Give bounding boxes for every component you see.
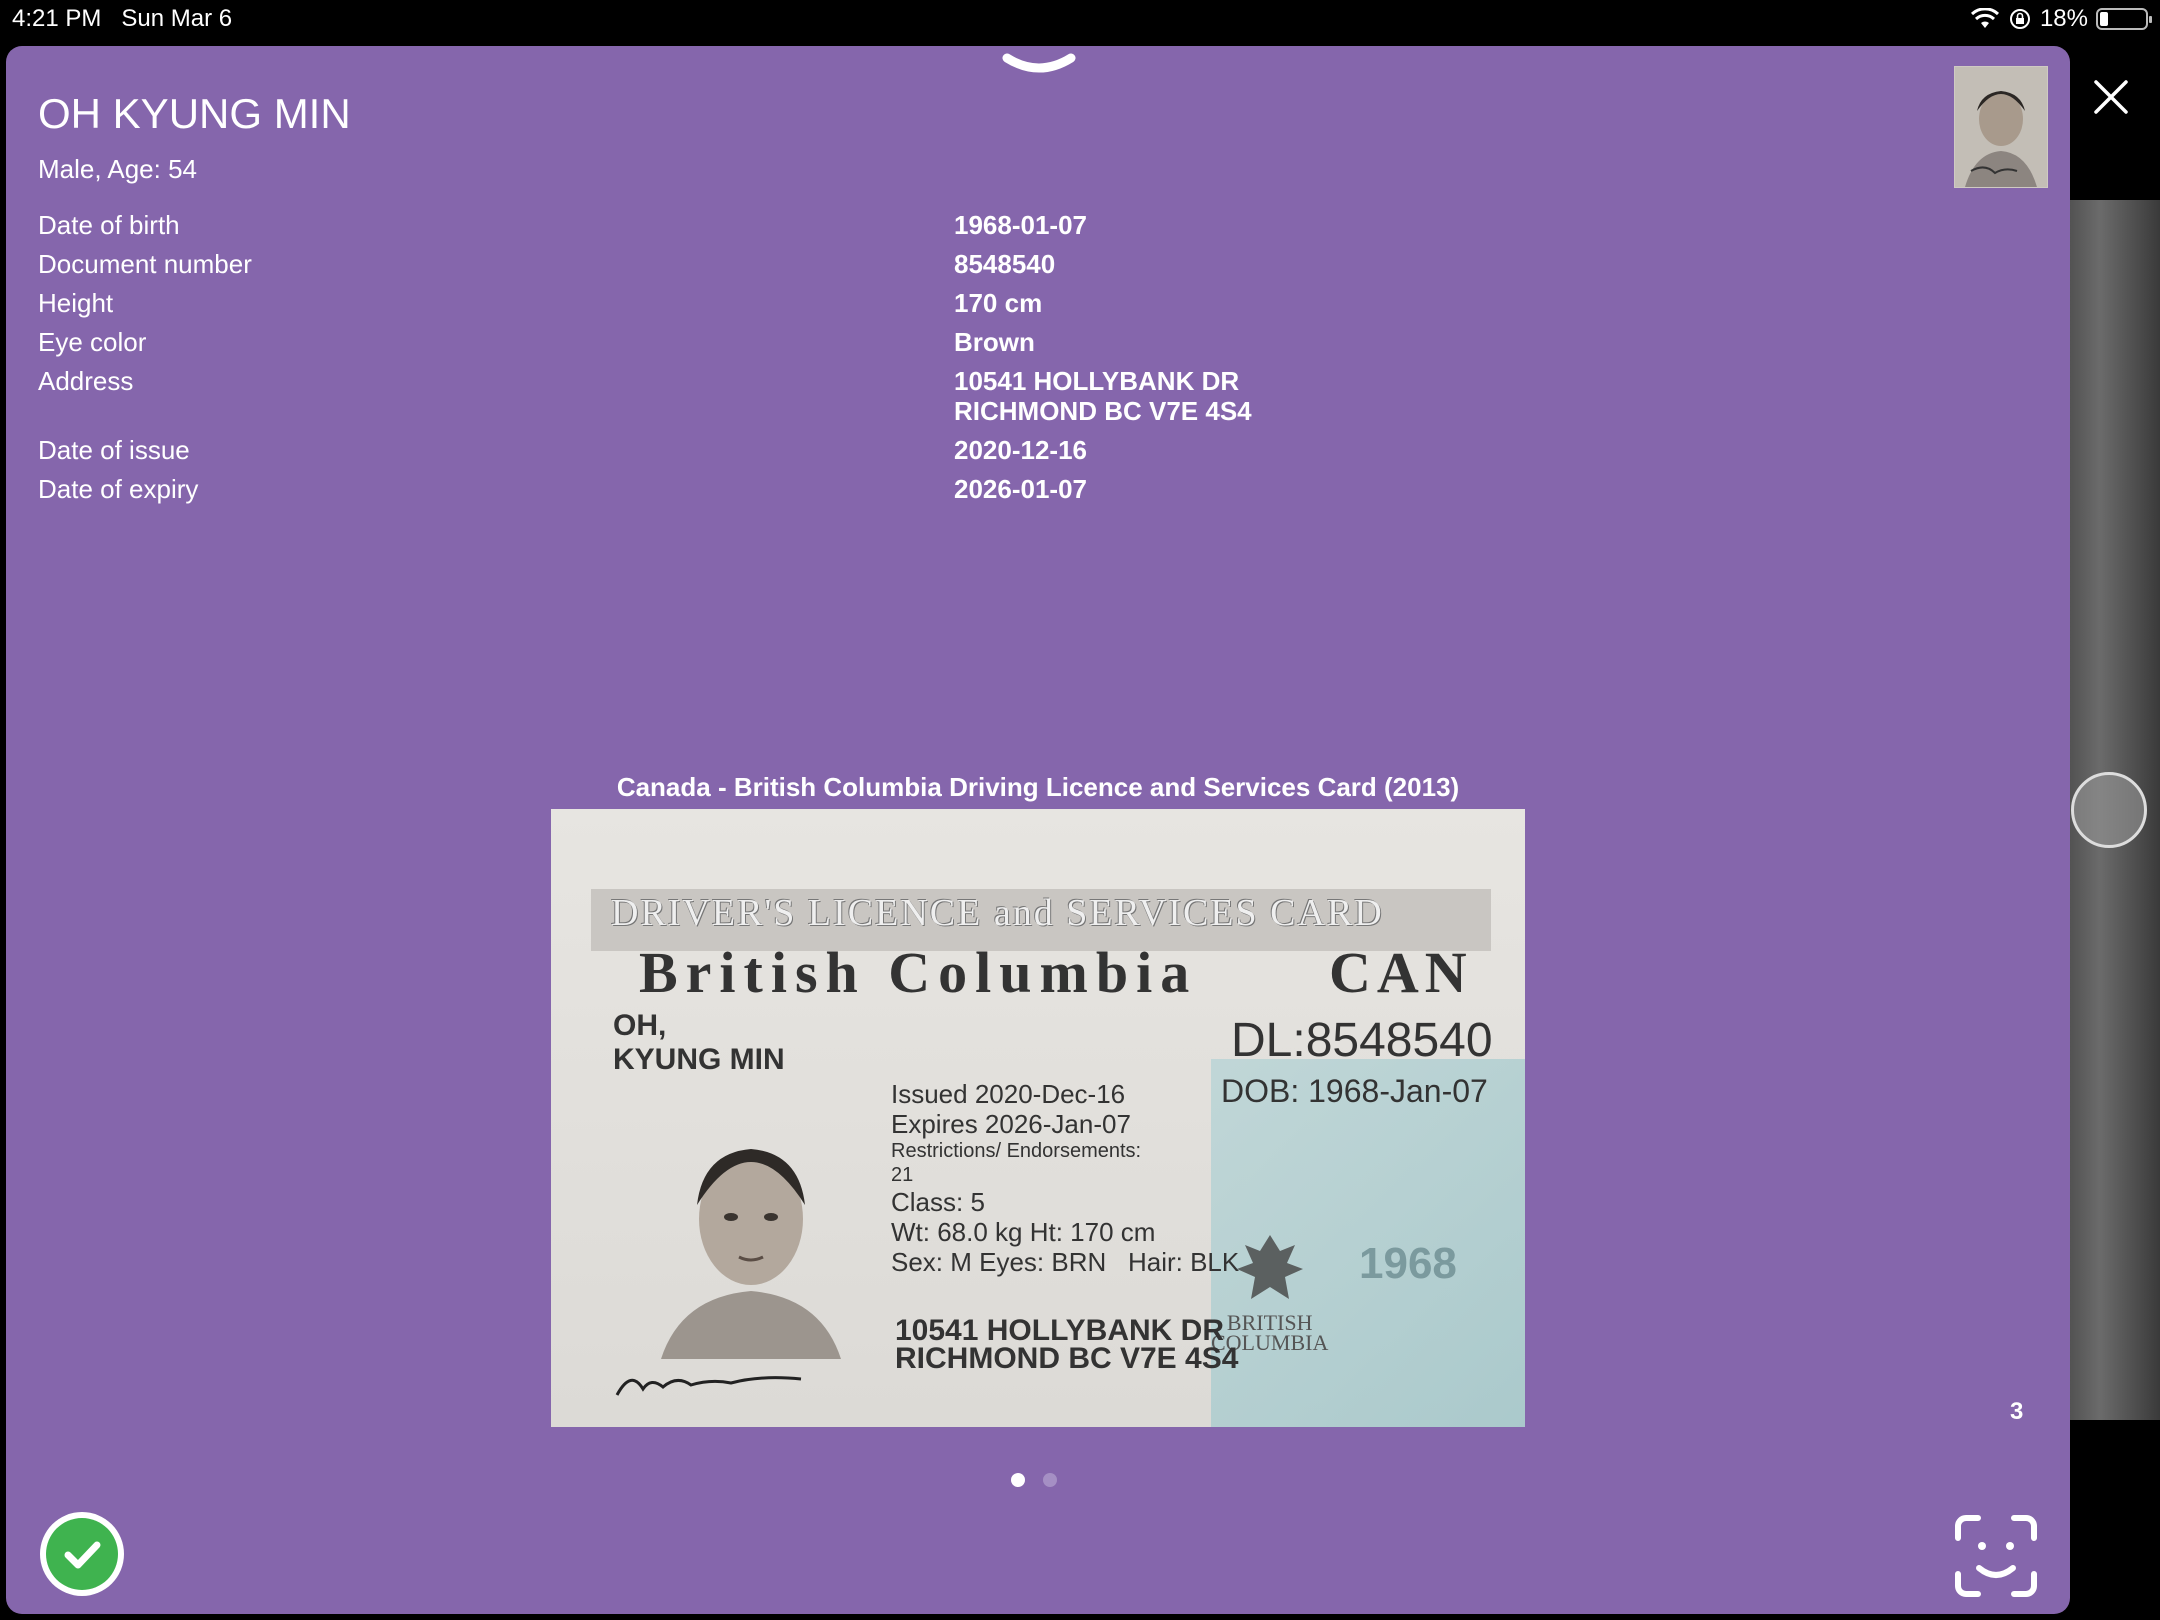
status-date: Sun Mar 6 xyxy=(121,5,233,32)
field-label: Height xyxy=(38,288,114,318)
address-line2: RICHMOND BC V7E 4S4 xyxy=(954,396,1252,426)
document-title: Canada - British Columbia Driving Licenc… xyxy=(616,772,1460,802)
page-count: 3 xyxy=(2010,1398,2024,1425)
card-issued: Issued 2020-Dec-16 xyxy=(891,1079,1126,1109)
page-dot[interactable] xyxy=(1043,1473,1057,1487)
battery-tip xyxy=(2149,16,2152,23)
field-label: Eye color xyxy=(38,327,147,357)
field-row: Height 170 cm xyxy=(38,288,1438,327)
card-year-ghost: 1968 xyxy=(1359,1239,1457,1288)
face-thumbnail[interactable] xyxy=(1954,66,2048,188)
field-value: 2020-12-16 xyxy=(954,435,1087,465)
chevron-down-icon[interactable] xyxy=(1001,52,1077,80)
person-name: OH KYUNG MIN xyxy=(38,90,351,137)
battery-fill xyxy=(2100,12,2108,26)
field-list: Date of birth 1968-01-07 Document number… xyxy=(38,210,1438,513)
card-sex-eyes-text: Sex: M Eyes: BRN xyxy=(891,1247,1107,1277)
field-value: 10541 HOLLYBANK DR RICHMOND BC V7E 4S4 xyxy=(954,366,1252,426)
card-header-line2: British Columbia xyxy=(639,940,1198,1005)
bc-crest-icon xyxy=(1236,1235,1303,1299)
card-header-line1: DRIVER'S LICENCE and SERVICES CARD xyxy=(611,892,1384,934)
card-name: OH, KYUNG MIN xyxy=(613,1009,785,1077)
card-country: CAN xyxy=(1329,940,1473,1005)
battery-percent: 18% xyxy=(2039,5,2088,32)
card-class: Class: 5 xyxy=(891,1187,985,1217)
result-panel: OH KYUNG MIN Male, Age: 54 Date of birth… xyxy=(6,46,2070,1614)
wifi-icon xyxy=(1970,8,1999,28)
card-expires: Expires 2026-Jan-07 xyxy=(891,1109,1131,1139)
card-name-line1: OH, xyxy=(613,1009,667,1042)
page-indicator[interactable] xyxy=(1011,1473,1057,1487)
field-value: Brown xyxy=(954,327,1035,357)
field-label: Address xyxy=(38,366,134,396)
card-weight-height: Wt: 68.0 kg Ht: 170 cm xyxy=(891,1217,1156,1247)
field-row: Date of expiry 2026-01-07 xyxy=(38,474,1438,513)
field-value: 8548540 xyxy=(954,249,1056,279)
field-row: Address 10541 HOLLYBANK DR RICHMOND BC V… xyxy=(38,366,1438,435)
field-row: Document number 8548540 xyxy=(38,249,1438,288)
card-address-line2: RICHMOND BC V7E 4S4 xyxy=(895,1342,1239,1375)
field-row: Date of birth 1968-01-07 xyxy=(38,210,1438,249)
page-dot-active[interactable] xyxy=(1011,1473,1025,1487)
card-address-line1: 10541 HOLLYBANK DR xyxy=(895,1314,1224,1347)
camera-top xyxy=(2060,46,2160,200)
field-label: Date of birth xyxy=(38,210,180,240)
field-label: Document number xyxy=(38,249,252,279)
address-line1: 10541 HOLLYBANK DR xyxy=(954,366,1240,396)
card-address: 10541 HOLLYBANK DR RICHMOND BC V7E 4S4 xyxy=(895,1314,1239,1375)
close-icon[interactable] xyxy=(2086,72,2136,122)
status-time: 4:21 PM Sun Mar 6 xyxy=(12,5,232,33)
orientation-lock-icon xyxy=(2009,9,2030,29)
field-row: Date of issue 2020-12-16 xyxy=(38,435,1438,474)
checkmark-icon xyxy=(64,1541,101,1569)
shutter-button[interactable] xyxy=(2071,772,2147,848)
field-value: 1968-01-07 xyxy=(954,210,1087,240)
card-details: Issued 2020-Dec-16 Expires 2026-Jan-07 R… xyxy=(891,1079,1239,1277)
card-name-line2: KYUNG MIN xyxy=(613,1043,785,1076)
person-summary: Male, Age: 54 xyxy=(38,154,197,184)
status-bar: 4:21 PM Sun Mar 6 18% xyxy=(0,0,2160,40)
field-value: 2026-01-07 xyxy=(954,474,1087,504)
document-image[interactable]: DRIVER'S LICENCE and SERVICES CARD Briti… xyxy=(551,809,1525,1427)
face-thumbnail-image xyxy=(1955,67,2047,187)
confirm-button[interactable] xyxy=(40,1512,124,1596)
field-row: Eye color Brown xyxy=(38,327,1438,366)
card-sex-eyes: Sex: M Eyes: BRN Hair: BLK xyxy=(891,1247,1239,1277)
battery-icon xyxy=(2096,8,2152,30)
status-clock: 4:21 PM xyxy=(12,5,102,32)
card-portrait-image xyxy=(661,1149,841,1359)
card-signature-image xyxy=(615,1376,802,1396)
card-restrictions: Restrictions/ Endorsements: 21 xyxy=(891,1140,1142,1186)
field-value: 170 cm xyxy=(954,288,1043,318)
field-label: Date of issue xyxy=(38,435,190,465)
confirm-button-fill xyxy=(46,1518,118,1590)
card-dob: DOB: 1968-Jan-07 xyxy=(1221,1073,1488,1109)
face-scan-icon[interactable] xyxy=(1952,1512,2040,1600)
field-label: Date of expiry xyxy=(38,474,199,504)
status-indicators: 18% xyxy=(1970,5,2152,33)
